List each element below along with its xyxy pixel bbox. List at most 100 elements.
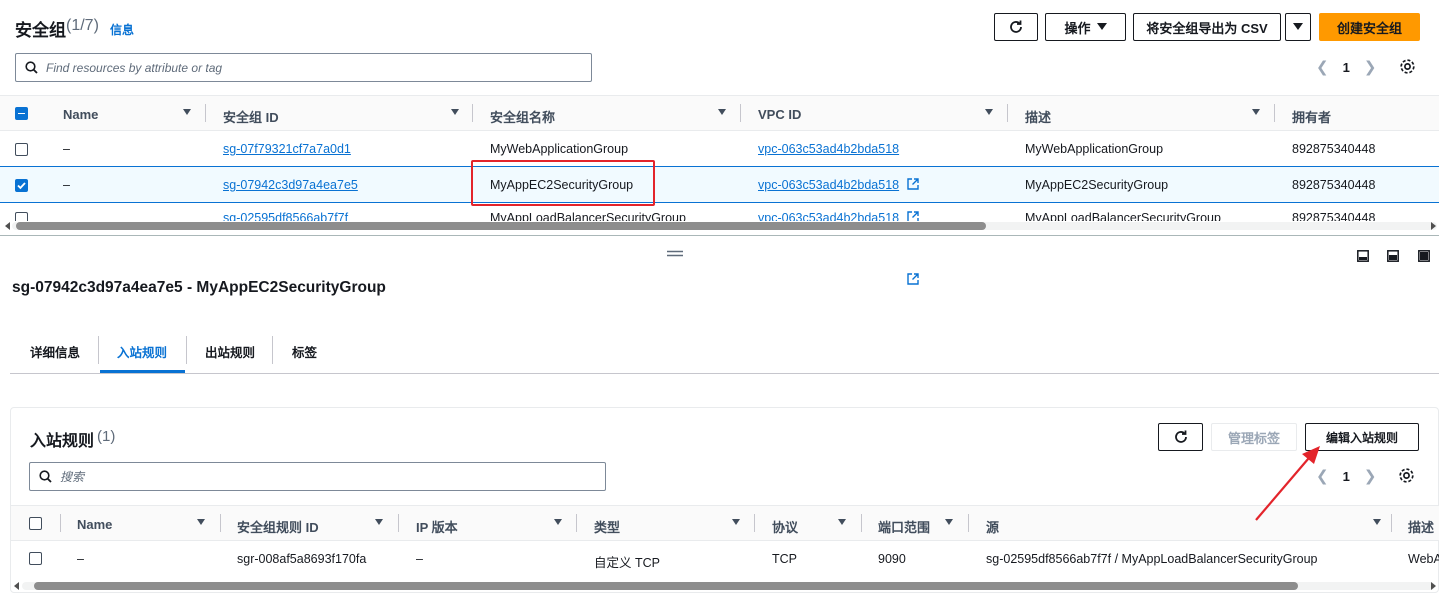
split-divider[interactable] xyxy=(0,235,1439,236)
sort-caret-icon[interactable] xyxy=(732,519,740,525)
column-divider xyxy=(1391,514,1392,532)
tab-tags[interactable]: 标签 xyxy=(292,342,317,361)
vpc-id-link[interactable]: vpc-063c53ad4b2bda518 xyxy=(758,211,899,221)
panel-layout-icon[interactable] xyxy=(1357,250,1369,262)
vpc-id-link[interactable]: vpc-063c53ad4b2bda518 xyxy=(758,142,899,156)
pagination: ❮ 1 ❯ xyxy=(1316,58,1376,76)
column-header-group-id[interactable]: 安全组 ID xyxy=(223,107,279,126)
settings-icon[interactable] xyxy=(1399,58,1416,75)
external-link-icon[interactable] xyxy=(907,273,919,285)
sort-caret-icon[interactable] xyxy=(985,109,993,115)
settings-icon[interactable] xyxy=(1398,467,1415,484)
inbound-title: 入站规则 xyxy=(30,433,95,450)
chevron-left-icon[interactable]: ❮ xyxy=(1316,58,1329,76)
scroll-right-icon[interactable] xyxy=(1429,582,1437,590)
owner: 892875340448 xyxy=(1292,178,1376,192)
export-options-dropdown[interactable] xyxy=(1285,13,1311,41)
column-header-protocol[interactable]: 协议 xyxy=(772,517,798,536)
refresh-button[interactable] xyxy=(994,13,1038,41)
search-input[interactable]: Find resources by attribute or tag xyxy=(15,53,592,82)
external-link-icon[interactable] xyxy=(907,211,919,221)
active-tab-indicator xyxy=(100,370,185,373)
external-link-icon[interactable] xyxy=(907,178,919,190)
column-header-name[interactable]: Name xyxy=(63,107,98,122)
column-header-owner[interactable]: 拥有者 xyxy=(1292,107,1331,126)
column-divider xyxy=(754,514,755,532)
sort-caret-icon[interactable] xyxy=(183,109,191,115)
panel-layout-icon[interactable] xyxy=(1418,250,1430,262)
chevron-right-icon[interactable]: ❯ xyxy=(1364,467,1377,485)
column-divider xyxy=(1007,104,1008,122)
drag-handle-icon[interactable] xyxy=(667,250,683,257)
group-id-link[interactable]: sg-07f79321cf7a7a0d1 xyxy=(223,142,351,156)
panel-layout-icon[interactable] xyxy=(1387,250,1399,262)
row-checkbox[interactable] xyxy=(15,212,28,221)
tab-outbound-rules[interactable]: 出站规则 xyxy=(205,342,255,361)
scrollbar-thumb[interactable] xyxy=(34,582,1298,590)
tab-inbound-rules[interactable]: 入站规则 xyxy=(117,342,167,361)
inbound-count: (1) xyxy=(97,428,116,445)
sort-caret-icon[interactable] xyxy=(451,109,459,115)
sort-caret-icon[interactable] xyxy=(945,519,953,525)
inbound-search-input[interactable]: 搜索 xyxy=(29,462,606,491)
rule-type: 自定义 TCP xyxy=(594,556,660,570)
search-placeholder: Find resources by attribute or tag xyxy=(46,60,223,75)
search-icon xyxy=(39,470,52,483)
refresh-button[interactable] xyxy=(1158,423,1203,451)
column-header-port-range[interactable]: 端口范围 xyxy=(878,517,930,536)
caret-down-icon xyxy=(1293,23,1303,30)
sort-caret-icon[interactable] xyxy=(375,519,383,525)
column-header-type[interactable]: 类型 xyxy=(594,517,620,536)
sort-caret-icon[interactable] xyxy=(1252,109,1260,115)
table-row-clipped[interactable]: sg-02595df8566ab7f7f MyAppLoadBalancerSe… xyxy=(0,203,1439,221)
sort-caret-icon[interactable] xyxy=(838,519,846,525)
column-header-description[interactable]: 描述 xyxy=(1025,107,1051,126)
create-security-group-button[interactable]: 创建安全组 xyxy=(1319,13,1420,41)
current-page[interactable]: 1 xyxy=(1343,469,1350,484)
sort-caret-icon[interactable] xyxy=(718,109,726,115)
search-icon xyxy=(25,61,38,74)
search-placeholder: 搜索 xyxy=(60,470,85,484)
current-page[interactable]: 1 xyxy=(1343,60,1350,75)
select-all-checkbox[interactable] xyxy=(29,517,42,530)
column-header-vpc-id[interactable]: VPC ID xyxy=(758,107,801,122)
scroll-left-icon[interactable] xyxy=(4,222,12,230)
scrollbar-thumb[interactable] xyxy=(16,222,986,230)
group-id-link[interactable]: sg-02595df8566ab7f7f xyxy=(223,211,348,221)
info-link[interactable]: 信息 xyxy=(110,21,134,38)
ip-version: – xyxy=(416,552,423,566)
scroll-right-icon[interactable] xyxy=(1429,222,1437,230)
sort-caret-icon[interactable] xyxy=(1373,519,1381,525)
select-all-checkbox[interactable] xyxy=(15,107,28,120)
tab-divider xyxy=(272,336,273,364)
column-divider xyxy=(220,514,221,532)
row-checkbox[interactable] xyxy=(29,552,42,565)
group-name: MyWebApplicationGroup xyxy=(490,142,629,156)
sort-caret-icon[interactable] xyxy=(554,519,562,525)
chevron-right-icon[interactable]: ❯ xyxy=(1364,58,1377,76)
sort-caret-icon[interactable] xyxy=(197,519,205,525)
table-row[interactable]: – sg-07f79321cf7a7a0d1 MyWebApplicationG… xyxy=(0,131,1439,285)
actions-button[interactable]: 操作 xyxy=(1045,13,1126,41)
owner: 892875340448 xyxy=(1292,142,1376,156)
column-header-group-name[interactable]: 安全组名称 xyxy=(490,107,555,126)
column-header-name[interactable]: Name xyxy=(77,517,112,532)
checkmark-icon xyxy=(16,181,26,189)
column-header-description[interactable]: 描述 xyxy=(1408,517,1434,536)
row-checkbox[interactable] xyxy=(15,179,28,192)
page-title: 安全组 xyxy=(15,21,66,40)
refresh-icon xyxy=(1010,20,1022,33)
column-divider xyxy=(968,514,969,532)
scroll-left-icon[interactable] xyxy=(13,582,21,590)
tab-details[interactable]: 详细信息 xyxy=(30,342,80,361)
rule-id: sgr-008af5a8693f170fa xyxy=(237,552,367,566)
row-checkbox[interactable] xyxy=(15,143,28,156)
export-csv-button[interactable]: 将安全组导出为 CSV xyxy=(1133,13,1281,41)
column-header-source[interactable]: 源 xyxy=(986,517,999,536)
column-header-rule-id[interactable]: 安全组规则 ID xyxy=(237,517,319,536)
table-row[interactable]: – sgr-008af5a8693f170fa – 自定义 TCP TCP 90… xyxy=(11,541,1439,577)
table-row-selected[interactable]: – sg-07942c3d97a4ea7e5 MyAppEC2SecurityG… xyxy=(0,166,1439,203)
vpc-id-link[interactable]: vpc-063c53ad4b2bda518 xyxy=(758,178,899,192)
column-header-ip-version[interactable]: IP 版本 xyxy=(416,517,458,536)
group-id-link[interactable]: sg-07942c3d97a4ea7e5 xyxy=(223,178,358,192)
